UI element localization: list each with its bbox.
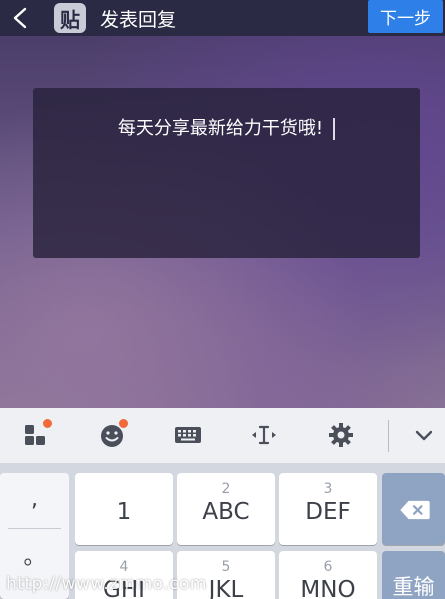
chevron-down-icon bbox=[415, 430, 433, 441]
key-label: 1 bbox=[116, 499, 132, 525]
page-title: 发表回复 bbox=[100, 8, 177, 31]
key-label: MNO bbox=[300, 577, 356, 599]
apps-grid-button[interactable] bbox=[20, 418, 53, 450]
key-3-def[interactable]: 3 DEF bbox=[279, 473, 377, 545]
text-card[interactable]: 每天分享最新给力干货哦! bbox=[33, 88, 420, 258]
text-caret bbox=[333, 118, 336, 140]
keyboard-toolbar bbox=[0, 408, 445, 463]
punct-comma: , bbox=[31, 487, 38, 512]
keyboard-button[interactable] bbox=[172, 420, 204, 450]
notification-dot bbox=[118, 418, 129, 429]
collapse-keyboard-button[interactable] bbox=[408, 420, 440, 450]
key-sub: 4 bbox=[119, 559, 129, 575]
settings-button[interactable] bbox=[325, 420, 357, 450]
key-2-abc[interactable]: 2 ABC bbox=[177, 473, 275, 545]
gear-icon bbox=[329, 423, 353, 447]
key-6-mno[interactable]: 6 MNO bbox=[279, 551, 377, 599]
tieba-logo: 贴 bbox=[54, 3, 86, 33]
punct-divider bbox=[8, 528, 61, 529]
card-text-line: 每天分享最新给力干货哦! bbox=[33, 114, 420, 140]
retype-key[interactable]: 重输 bbox=[382, 551, 445, 599]
key-label: ABC bbox=[202, 499, 250, 525]
notification-dot bbox=[42, 418, 53, 429]
back-button[interactable] bbox=[0, 0, 40, 36]
top-bar: 贴 发表回复 下一步 bbox=[0, 0, 445, 36]
key-sub: 2 bbox=[221, 481, 231, 497]
key-1[interactable]: 1 bbox=[75, 473, 173, 545]
emoji-button[interactable] bbox=[96, 418, 129, 450]
toolbar-divider bbox=[388, 420, 389, 452]
retype-label: 重输 bbox=[392, 575, 435, 599]
watermark: http://www.zmmo.com bbox=[6, 574, 207, 594]
key-label: DEF bbox=[305, 499, 351, 525]
keyboard-icon bbox=[175, 427, 201, 443]
cursor-move-icon bbox=[252, 425, 276, 445]
card-text: 每天分享最新给力干货哦! bbox=[117, 118, 324, 139]
next-step-button[interactable]: 下一步 bbox=[368, 0, 443, 33]
cursor-move-button[interactable] bbox=[248, 420, 280, 450]
key-sub: 5 bbox=[221, 559, 231, 575]
chevron-left-icon bbox=[13, 7, 27, 29]
key-sub: 6 bbox=[323, 559, 333, 575]
backspace-icon bbox=[400, 500, 430, 520]
punct-period: 。 bbox=[23, 545, 46, 570]
backspace-key[interactable] bbox=[382, 473, 445, 545]
key-sub: 3 bbox=[323, 481, 333, 497]
